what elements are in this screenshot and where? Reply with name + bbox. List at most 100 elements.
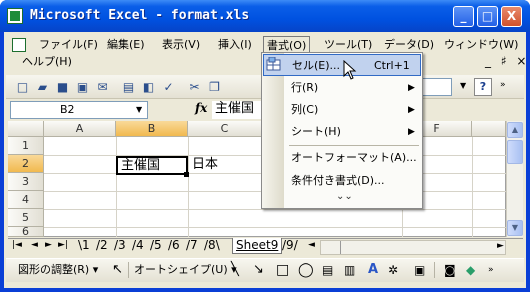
print-preview-icon[interactable]: ◧ xyxy=(140,79,157,95)
scroll-down-icon[interactable]: ▼ xyxy=(507,220,523,236)
clipart-icon[interactable]: ▣ xyxy=(414,262,425,278)
menu-item-sheet[interactable]: シート(H) xyxy=(263,121,421,143)
name-box-arrow-icon[interactable]: ▼ xyxy=(136,105,142,114)
textbox-icon[interactable]: ▤ xyxy=(322,262,333,278)
menu-item-conditional-format[interactable]: 条件付き書式(D)... xyxy=(263,170,421,192)
sheet-tab[interactable]: /2 xyxy=(96,238,108,254)
select-all-corner[interactable] xyxy=(8,121,44,137)
excel-app-icon[interactable] xyxy=(7,8,23,24)
vertical-textbox-icon[interactable]: ▥ xyxy=(344,262,355,278)
menu-file[interactable]: ファイル(F) xyxy=(36,36,101,54)
tab-split-icon[interactable]: ◄ xyxy=(308,240,315,250)
minimize-button[interactable]: _ xyxy=(453,6,474,27)
submenu-arrow-icon: ▶ xyxy=(408,105,415,115)
row-header-3[interactable]: 3 xyxy=(8,173,44,191)
menu-item-autoformat[interactable]: オートフォーマット(A)... xyxy=(263,147,421,169)
column-header-g[interactable] xyxy=(472,121,506,137)
mouse-cursor-icon xyxy=(343,59,357,83)
row-header-6[interactable]: 6 xyxy=(8,227,44,237)
close-button[interactable]: X xyxy=(501,6,522,27)
rectangle-icon[interactable]: □ xyxy=(276,262,289,278)
insert-function-icon[interactable]: fx xyxy=(195,101,207,115)
window-title: Microsoft Excel - format.xls xyxy=(30,8,250,23)
menu-expand-icon[interactable]: ⌄⌄ xyxy=(336,191,353,202)
toolbar-separator xyxy=(128,262,129,278)
scroll-up-icon[interactable]: ▲ xyxy=(507,122,523,138)
oval-icon[interactable]: ◯ xyxy=(298,262,314,278)
menu-window[interactable]: ウィンドウ(W) xyxy=(441,36,521,54)
select-objects-icon[interactable]: ↖ xyxy=(112,262,123,278)
cut-icon[interactable]: ✂ xyxy=(186,79,203,95)
sheet-tab[interactable]: /7 xyxy=(186,238,198,254)
sheet-tab-active[interactable]: Sheet9 xyxy=(232,238,283,254)
sheet-tab[interactable]: /8\ xyxy=(204,238,220,254)
menu-item-column[interactable]: 列(C) xyxy=(263,99,421,121)
submenu-arrow-icon: ▶ xyxy=(408,127,415,137)
email-icon[interactable]: ✉ xyxy=(94,79,111,95)
fill-handle[interactable] xyxy=(184,172,189,177)
row-header-2[interactable]: 2 xyxy=(8,155,44,173)
grid-line xyxy=(116,137,117,237)
formula-input[interactable]: 主催国 xyxy=(212,101,262,119)
toolbar-options-icon[interactable]: » xyxy=(488,262,494,278)
autoshapes-menu[interactable]: オートシェイプ(U) ▾ xyxy=(134,262,237,278)
open-folder-icon[interactable]: ▰ xyxy=(34,79,51,95)
permission-icon[interactable]: ▣ xyxy=(74,79,91,95)
last-sheet-icon[interactable]: ►| xyxy=(58,240,68,250)
workbook-icon[interactable] xyxy=(12,38,26,52)
sheet-tab[interactable]: /3 xyxy=(114,238,126,254)
print-icon[interactable]: ▤ xyxy=(120,79,137,95)
cell-b2-selected[interactable]: 主催国 xyxy=(116,156,188,175)
sheet-tab[interactable]: \1 xyxy=(78,238,90,254)
menu-separator xyxy=(289,145,419,146)
picture-icon[interactable]: ◙ xyxy=(444,262,456,278)
menu-item-row[interactable]: 行(R) xyxy=(263,77,421,99)
arrow-icon[interactable]: ↘ xyxy=(253,262,264,278)
menu-item-cells[interactable]: セル(E)... Ctrl+1 xyxy=(263,54,421,76)
first-sheet-icon[interactable]: |◄ xyxy=(12,240,22,250)
scroll-right-icon[interactable]: ► xyxy=(497,241,504,251)
fill-color-icon[interactable]: ◆ xyxy=(466,262,475,278)
row-header-5[interactable]: 5 xyxy=(8,209,44,227)
grid-line xyxy=(44,227,506,228)
menu-insert[interactable]: 挿入(I) xyxy=(215,36,255,54)
column-header-b[interactable]: B xyxy=(116,121,188,137)
sheet-tab[interactable]: /6 xyxy=(168,238,180,254)
menu-item-shortcut: Ctrl+1 xyxy=(374,59,410,72)
grid-line xyxy=(472,137,473,237)
cell-c2[interactable]: 日本 xyxy=(192,157,218,173)
row-header-4[interactable]: 4 xyxy=(8,191,44,209)
new-file-icon[interactable]: □ xyxy=(14,79,31,95)
wordart-icon[interactable]: A xyxy=(368,262,378,278)
sheet-tab[interactable]: /5 xyxy=(150,238,162,254)
line-icon[interactable]: ╲ xyxy=(231,262,239,278)
toolbar-separator xyxy=(434,262,435,278)
worksheet-grid[interactable] xyxy=(8,121,506,237)
name-box[interactable] xyxy=(10,101,148,119)
draw-adjust-menu[interactable]: 図形の調整(R) ▾ xyxy=(18,262,98,278)
toolbar-options-icon[interactable]: » xyxy=(500,80,506,90)
submenu-arrow-icon: ▶ xyxy=(408,83,415,93)
column-header-a[interactable]: A xyxy=(44,121,116,137)
horizontal-scroll-thumb[interactable] xyxy=(340,241,350,254)
column-header-c[interactable]: C xyxy=(188,121,262,137)
menu-view[interactable]: 表示(V) xyxy=(159,36,203,54)
help-button[interactable]: ? xyxy=(474,78,492,96)
maximize-button[interactable]: □ xyxy=(477,6,498,27)
prev-sheet-icon[interactable]: ◄ xyxy=(31,240,38,250)
zoom-dropdown-arrow-icon[interactable]: ▼ xyxy=(460,81,466,90)
sheet-tab[interactable]: /9/ xyxy=(282,238,298,254)
document-window-controls[interactable]: _ ♯ × xyxy=(485,54,530,68)
copy-icon[interactable]: ❐ xyxy=(206,79,223,95)
menu-edit[interactable]: 編集(E) xyxy=(104,36,148,54)
row-header-1[interactable]: 1 xyxy=(8,137,44,155)
next-sheet-icon[interactable]: ► xyxy=(45,240,52,250)
menu-help[interactable]: ヘルプ(H) xyxy=(22,54,72,70)
sheet-tab[interactable]: /4 xyxy=(132,238,144,254)
grid-line xyxy=(44,209,506,210)
vertical-scroll-thumb[interactable] xyxy=(507,140,523,164)
diagram-icon[interactable]: ✲ xyxy=(388,262,398,278)
spelling-icon[interactable]: ✓ xyxy=(160,79,177,95)
format-cells-icon xyxy=(266,56,282,71)
save-icon[interactable]: ■ xyxy=(54,79,71,95)
